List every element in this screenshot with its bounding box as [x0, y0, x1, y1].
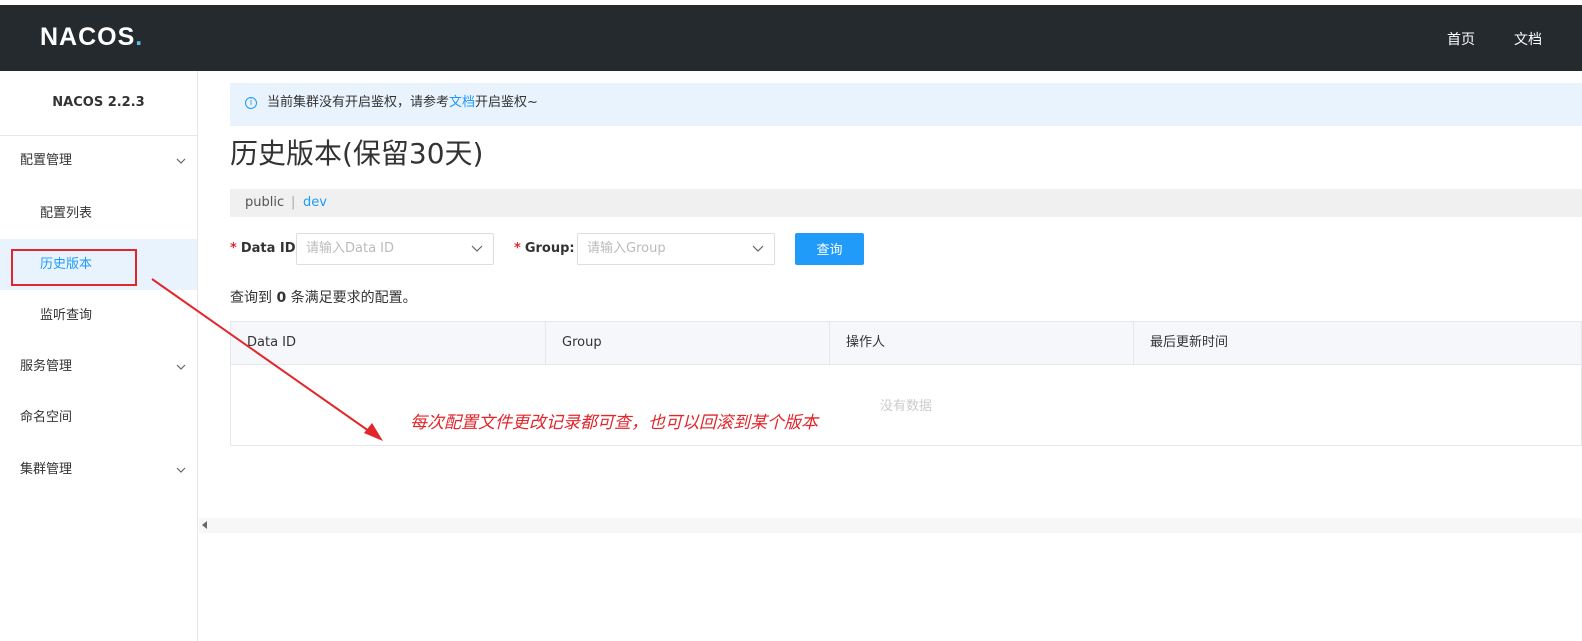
- highlight-box: [11, 249, 137, 286]
- alert-text-before: 当前集群没有开启鉴权，请参考: [267, 95, 450, 110]
- menu-namespace[interactable]: 命名空间: [0, 394, 197, 442]
- breadcrumb-separator: |: [291, 195, 296, 210]
- nav-home-link[interactable]: 首页: [1447, 29, 1475, 49]
- caret-left-icon: [202, 521, 207, 529]
- menu-service-management[interactable]: 服务管理: [0, 343, 197, 391]
- menu-service-management-label: 服务管理: [20, 359, 73, 374]
- column-header-operator: 操作人: [830, 322, 1134, 364]
- menu-cluster-management[interactable]: 集群管理: [0, 446, 197, 494]
- result-count: 0: [276, 290, 287, 306]
- menu-config-management[interactable]: 配置管理: [0, 137, 197, 185]
- menu-cluster-management-label: 集群管理: [20, 462, 73, 477]
- alert-text-after: 开启鉴权~: [475, 95, 538, 110]
- column-header-group: Group: [546, 322, 830, 364]
- nacos-logo[interactable]: NACOS.: [40, 23, 143, 52]
- result-suffix: 条满足要求的配置。: [290, 290, 417, 306]
- sidebar-item-label: 配置列表: [40, 206, 93, 221]
- sidebar-collapse-toggle[interactable]: [199, 518, 1582, 533]
- nav-docs-link[interactable]: 文档: [1514, 29, 1542, 49]
- data-id-label: * Data ID: [230, 241, 296, 256]
- group-placeholder: 请输入Group: [587, 241, 666, 256]
- chevron-down-icon: [752, 234, 764, 275]
- table-header: Data ID Group 操作人 最后更新时间: [231, 322, 1581, 365]
- logo-text: NACOS: [40, 23, 136, 51]
- auth-alert: i 当前集群没有开启鉴权，请参考文档开启鉴权~: [230, 83, 1582, 126]
- breadcrumb-namespace-dev[interactable]: dev: [303, 189, 327, 217]
- breadcrumb: public | dev: [230, 189, 1582, 217]
- annotation-text: 每次配置文件更改记录都可查，也可以回滚到某个版本: [410, 413, 818, 433]
- chevron-down-icon: [175, 446, 187, 515]
- page-title: 历史版本(保留30天): [230, 137, 484, 170]
- column-header-data-id: Data ID: [231, 322, 546, 364]
- data-id-placeholder: 请输入Data ID: [306, 241, 395, 256]
- data-id-select[interactable]: 请输入Data ID: [296, 233, 494, 265]
- group-label: * Group:: [514, 241, 575, 256]
- sidebar: NACOS 2.2.3 配置管理 配置列表 历史版本 监听查询 服务管理 命名空…: [0, 71, 198, 641]
- data-id-label-text: Data ID: [240, 241, 296, 256]
- alert-text: 当前集群没有开启鉴权，请参考文档开启鉴权~: [267, 83, 538, 123]
- menu-namespace-label: 命名空间: [20, 410, 73, 425]
- required-mark: *: [230, 241, 237, 256]
- info-icon: i: [245, 97, 257, 109]
- group-label-text: Group:: [524, 241, 575, 256]
- alert-docs-link[interactable]: 文档: [449, 95, 475, 110]
- breadcrumb-namespace-public[interactable]: public: [245, 189, 284, 217]
- result-summary: 查询到 0 条满足要求的配置。: [230, 287, 417, 307]
- result-prefix: 查询到: [230, 290, 272, 306]
- required-mark: *: [514, 241, 521, 256]
- column-header-last-updated: 最后更新时间: [1150, 335, 1229, 350]
- chevron-down-icon: [471, 234, 483, 275]
- group-select[interactable]: 请输入Group: [577, 233, 775, 265]
- menu-config-management-label: 配置管理: [20, 153, 73, 168]
- query-button[interactable]: 查询: [795, 233, 864, 265]
- logo-dot: .: [135, 23, 144, 51]
- sidebar-item-config-list[interactable]: 配置列表: [0, 188, 197, 239]
- sidebar-item-label: 监听查询: [40, 308, 93, 323]
- sidebar-item-listener-query[interactable]: 监听查询: [0, 290, 197, 341]
- top-header: NACOS. 首页 文档: [0, 5, 1582, 71]
- version-label: NACOS 2.2.3: [0, 71, 197, 136]
